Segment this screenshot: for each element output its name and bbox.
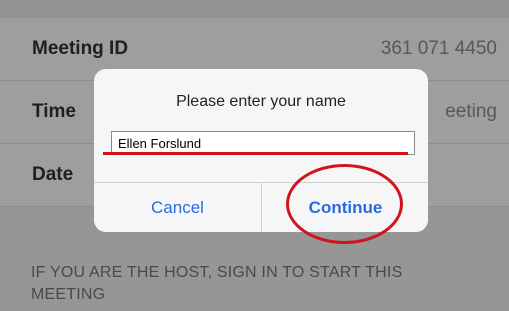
enter-name-dialog: Please enter your name Cancel Continue	[94, 69, 428, 232]
cancel-button[interactable]: Cancel	[94, 183, 261, 232]
continue-button[interactable]: Continue	[262, 183, 428, 232]
annotation-underline	[103, 152, 408, 155]
dialog-title: Please enter your name	[176, 93, 346, 110]
